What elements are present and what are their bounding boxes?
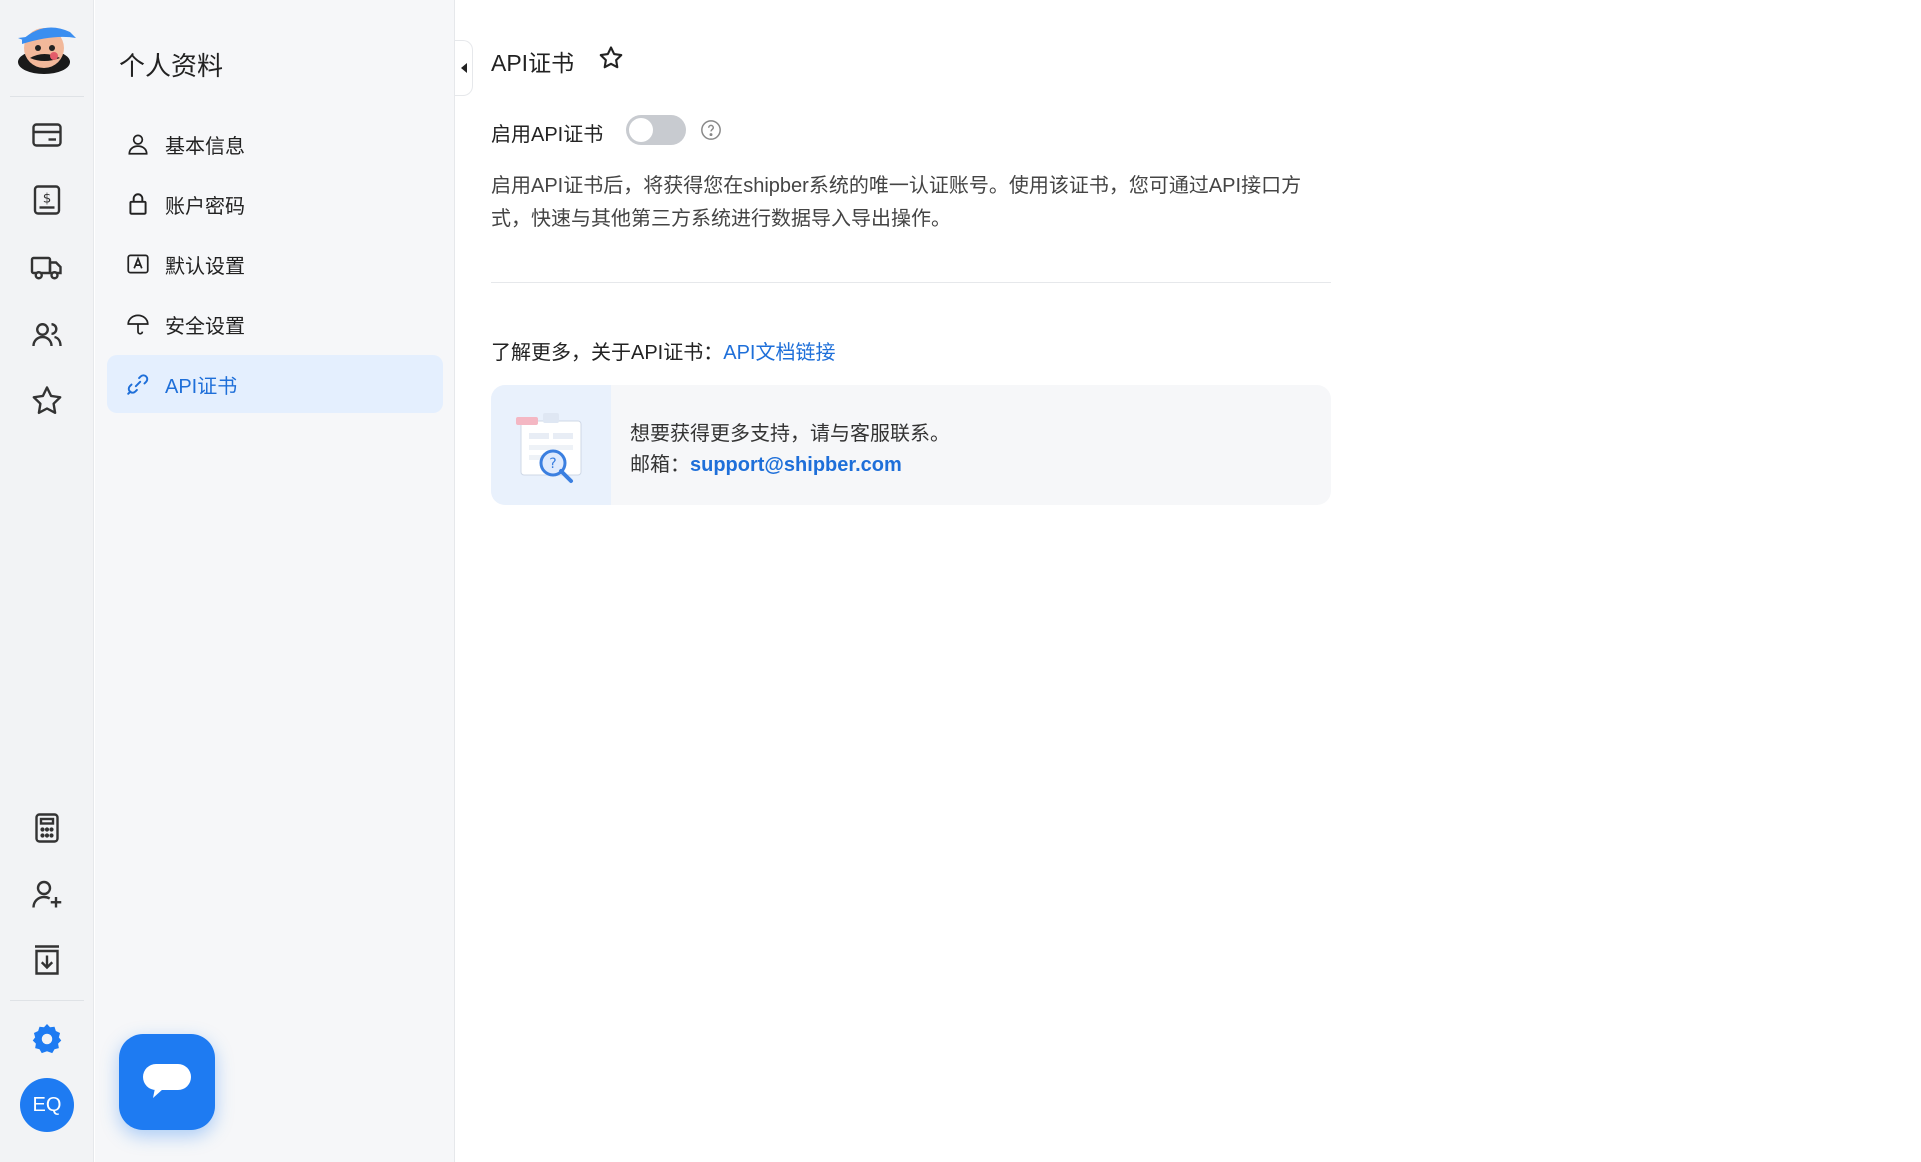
support-text: 想要获得更多支持，请与客服联系。 <box>630 423 950 445</box>
support-email-link[interactable]: support@shipber.com <box>690 454 902 476</box>
users-icon[interactable] <box>25 312 69 356</box>
mascot-logo[interactable] <box>14 18 80 78</box>
truck-icon[interactable] <box>25 245 69 289</box>
svg-text:?: ? <box>549 456 556 472</box>
favorite-star-icon[interactable] <box>597 44 625 72</box>
default-settings-icon <box>127 254 149 274</box>
chat-bubble-icon <box>143 1064 191 1098</box>
dollar-receipt-icon[interactable]: $ <box>25 178 69 222</box>
api-certificate-toggle[interactable] <box>626 115 686 145</box>
menu-item-security-settings[interactable]: 安全设置 <box>107 295 443 353</box>
profile-menu: 个人资料 基本信息 账户密码 默认设置 安全设置 API证书 <box>95 0 455 1162</box>
page-title: API证书 <box>491 50 575 76</box>
menu-item-basic-info[interactable]: 基本信息 <box>107 115 443 173</box>
star-icon[interactable] <box>25 379 69 423</box>
api-docs-link[interactable]: API文档链接 <box>723 342 835 364</box>
menu-item-label: API证书 <box>165 375 238 398</box>
collapse-menu-button[interactable] <box>455 40 473 96</box>
menu-item-label: 默认设置 <box>165 255 245 278</box>
lock-icon <box>129 193 147 215</box>
menu-title: 个人资料 <box>119 51 224 81</box>
avatar[interactable]: EQ <box>20 1078 74 1132</box>
api-description: 启用API证书后，将获得您在shipber系统的唯一认证账号。使用该证书，您可通… <box>491 175 1302 230</box>
nav-rail: $ EQ <box>0 0 94 1162</box>
rail-divider <box>10 96 84 97</box>
email-label: 邮箱： <box>630 454 690 476</box>
add-user-icon[interactable] <box>25 872 69 916</box>
wallet-icon[interactable] <box>25 113 69 157</box>
support-card: ? 想要获得更多支持，请与客服联系。 邮箱：support@shipber.co… <box>491 385 1331 505</box>
menu-item-label: 基本信息 <box>165 135 245 158</box>
support-illustration: ? <box>491 385 611 505</box>
menu-item-default-settings[interactable]: 默认设置 <box>107 235 443 293</box>
menu-item-label: 安全设置 <box>165 315 245 338</box>
chat-button[interactable] <box>119 1034 215 1130</box>
umbrella-icon <box>127 314 149 335</box>
svg-text:$: $ <box>43 190 52 206</box>
menu-item-api-certificate[interactable]: API证书 <box>107 355 443 413</box>
help-icon[interactable] <box>700 119 722 141</box>
menu-item-label: 账户密码 <box>165 195 245 218</box>
calculator-icon[interactable] <box>25 806 69 850</box>
support-email-line: 邮箱：support@shipber.com <box>630 448 902 477</box>
section-divider <box>491 282 1331 283</box>
toggle-label: 启用API证书 <box>491 124 604 146</box>
download-box-icon[interactable] <box>25 938 69 982</box>
learn-more: 了解更多，关于API证书：API文档链接 <box>491 336 836 365</box>
rail-divider <box>10 1000 84 1001</box>
link-icon <box>127 374 149 395</box>
menu-item-account-password[interactable]: 账户密码 <box>107 175 443 233</box>
learn-more-prefix: 了解更多，关于API证书： <box>491 342 724 364</box>
user-icon <box>128 134 148 155</box>
gear-icon[interactable] <box>25 1017 69 1061</box>
